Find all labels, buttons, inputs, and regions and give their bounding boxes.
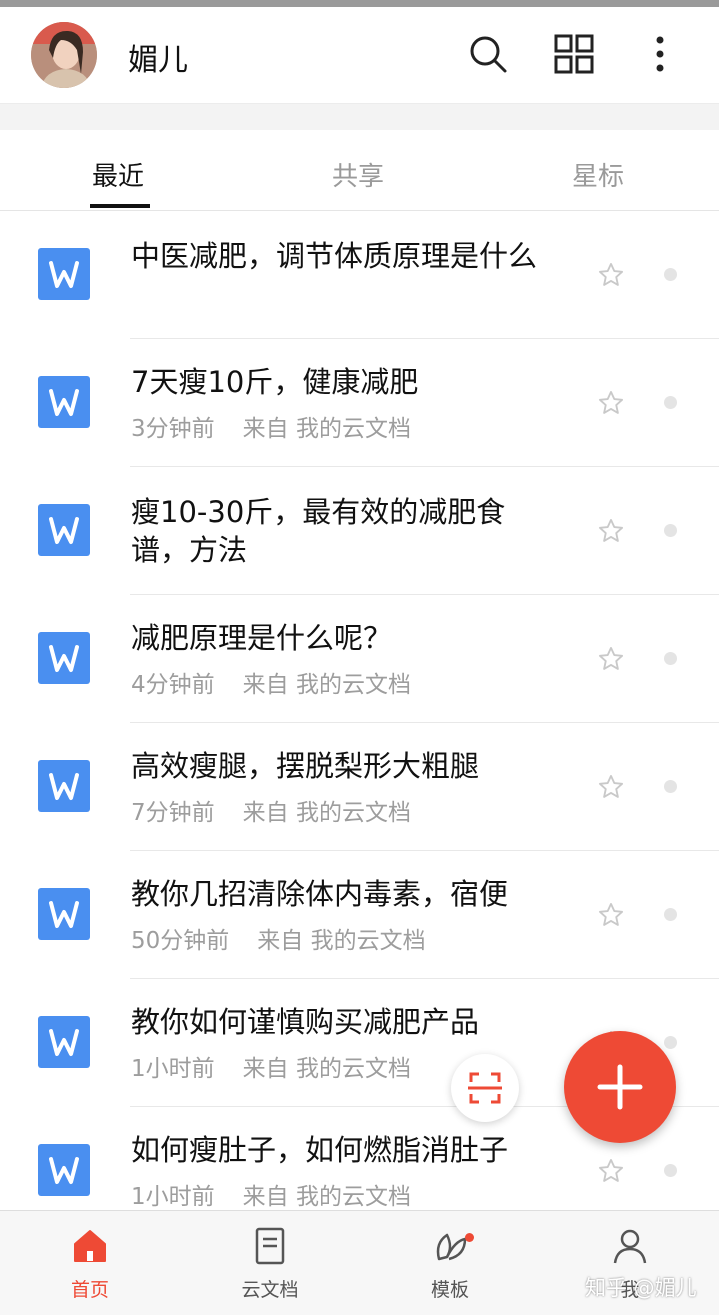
star-icon[interactable] xyxy=(597,901,625,929)
document-meta: 1小时前 来自 我的云文档 xyxy=(131,1177,411,1211)
word-doc-icon xyxy=(38,376,90,428)
more-dot-icon[interactable] xyxy=(664,652,677,665)
star-icon[interactable] xyxy=(597,645,625,673)
scan-button[interactable] xyxy=(451,1054,519,1122)
section-gap xyxy=(0,104,719,130)
document-time: 50分钟前 xyxy=(131,928,230,954)
app-header: 媚儿 xyxy=(0,7,719,104)
tab-recent[interactable]: 最近 xyxy=(92,156,144,193)
document-icon xyxy=(255,1227,285,1265)
document-title: 教你几招清除体内毒素，宿便 xyxy=(131,877,509,911)
document-meta: 7分钟前 来自 我的云文档 xyxy=(131,793,411,827)
tab-starred[interactable]: 星标 xyxy=(572,156,624,193)
nav-cloud-docs-label: 云文档 xyxy=(241,1279,299,1301)
document-source: 来自 我的云文档 xyxy=(242,416,411,442)
word-doc-icon xyxy=(38,632,90,684)
document-meta: 4分钟前 来自 我的云文档 xyxy=(131,665,411,699)
add-document-button[interactable] xyxy=(564,1031,676,1143)
more-dot-icon[interactable] xyxy=(664,1164,677,1177)
grid-icon[interactable] xyxy=(552,32,596,76)
plus-icon xyxy=(597,1064,643,1110)
nav-templates-label: 模板 xyxy=(430,1279,469,1301)
more-dot-icon[interactable] xyxy=(664,396,677,409)
document-title: 教你如何谨慎购买减肥产品 xyxy=(131,1005,480,1039)
scan-icon xyxy=(468,1072,502,1104)
watermark: 知乎 @媚儿 xyxy=(585,1276,697,1300)
word-doc-icon xyxy=(38,1144,90,1196)
star-icon[interactable] xyxy=(597,261,625,289)
list-item[interactable]: 教你几招清除体内毒素，宿便 50分钟前 来自 我的云文档 xyxy=(0,851,719,979)
document-title: 如何瘦肚子，如何燃脂消肚子 xyxy=(131,1133,509,1167)
list-item[interactable]: 7天瘦10斤，健康减肥 3分钟前 来自 我的云文档 xyxy=(0,339,719,467)
document-title: 7天瘦10斤，健康减肥 xyxy=(131,365,419,399)
tab-shared[interactable]: 共享 xyxy=(332,156,384,193)
document-meta: 3分钟前 来自 我的云文档 xyxy=(131,409,411,443)
star-icon[interactable] xyxy=(597,517,625,545)
document-source: 来自 我的云文档 xyxy=(257,928,426,954)
list-item[interactable]: 高效瘦腿，摆脱梨形大粗腿 7分钟前 来自 我的云文档 xyxy=(0,723,719,851)
notification-dot xyxy=(465,1233,474,1242)
more-dot-icon[interactable] xyxy=(664,908,677,921)
document-time: 7分钟前 xyxy=(131,800,215,826)
document-title: 中医减肥，调节体质原理是什么 xyxy=(131,239,538,273)
more-icon[interactable] xyxy=(638,32,682,76)
avatar[interactable] xyxy=(31,22,97,88)
document-time: 4分钟前 xyxy=(131,672,215,698)
nav-cloud-docs[interactable]: 云文档 xyxy=(215,1211,325,1315)
document-source: 来自 我的云文档 xyxy=(242,1056,411,1082)
more-dot-icon[interactable] xyxy=(664,780,677,793)
document-meta: 1小时前 来自 我的云文档 xyxy=(131,1049,411,1083)
word-doc-icon xyxy=(38,1016,90,1068)
star-icon[interactable] xyxy=(597,773,625,801)
list-item[interactable]: 瘦10-30斤，最有效的减肥食谱，方法 xyxy=(0,467,719,595)
star-icon[interactable] xyxy=(597,1157,625,1185)
document-source: 来自 我的云文档 xyxy=(242,1184,411,1210)
tab-indicator xyxy=(90,204,150,208)
tab-bar: 最近 共享 星标 xyxy=(0,130,719,211)
document-title: 减肥原理是什么呢？ xyxy=(131,621,393,655)
document-title: 高效瘦腿，摆脱梨形大粗腿 xyxy=(131,749,480,783)
nav-home-label: 首页 xyxy=(70,1279,109,1301)
nav-home[interactable]: 首页 xyxy=(35,1211,145,1315)
word-doc-icon xyxy=(38,504,90,556)
user-icon xyxy=(613,1229,647,1264)
word-doc-icon xyxy=(38,760,90,812)
home-icon xyxy=(74,1230,106,1262)
document-time: 1小时前 xyxy=(131,1184,215,1210)
document-meta: 50分钟前 来自 我的云文档 xyxy=(131,921,426,955)
document-source: 来自 我的云文档 xyxy=(242,800,411,826)
document-source: 来自 我的云文档 xyxy=(242,672,411,698)
more-dot-icon[interactable] xyxy=(664,524,677,537)
document-title: 瘦10-30斤，最有效的减肥食谱，方法 xyxy=(131,495,506,567)
word-doc-icon xyxy=(38,888,90,940)
list-item[interactable]: 减肥原理是什么呢？ 4分钟前 来自 我的云文档 xyxy=(0,595,719,723)
nav-templates[interactable]: 模板 xyxy=(395,1211,505,1315)
more-dot-icon[interactable] xyxy=(664,268,677,281)
star-icon[interactable] xyxy=(597,389,625,417)
search-icon[interactable] xyxy=(466,32,510,76)
word-doc-icon xyxy=(38,248,90,300)
list-item[interactable]: 中医减肥，调节体质原理是什么 xyxy=(0,211,719,339)
username: 媚儿 xyxy=(128,43,188,78)
document-time: 3分钟前 xyxy=(131,416,215,442)
leaf-icon xyxy=(436,1233,467,1261)
status-strip xyxy=(0,0,719,7)
document-time: 1小时前 xyxy=(131,1056,215,1082)
